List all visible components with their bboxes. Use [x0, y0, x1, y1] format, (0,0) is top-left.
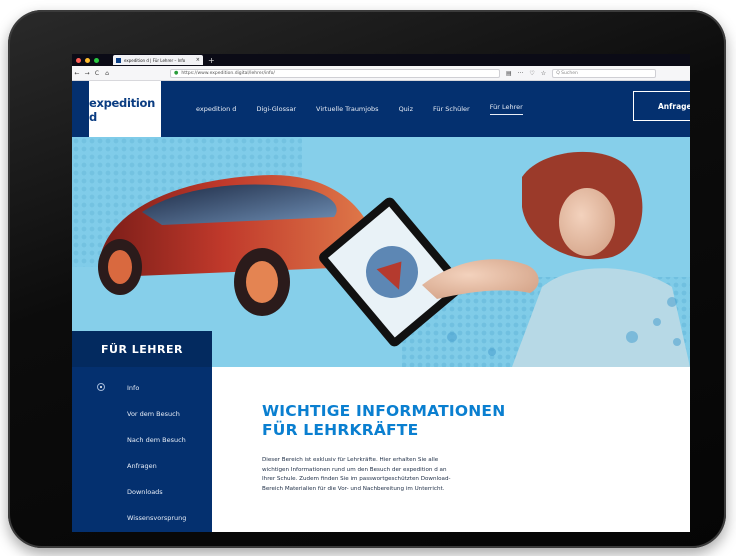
reload-icon[interactable]: C	[92, 70, 102, 77]
sidebar-item-info[interactable]: Info	[72, 375, 212, 401]
paragraph-line: Dieser Bereich ist exklusiv für Lehrkräf…	[262, 457, 439, 463]
window-zoom-dot[interactable]	[94, 57, 99, 63]
sidebar-item-downloads[interactable]: Downloads	[72, 479, 212, 505]
paragraph-line: Bereich Materialien für die Vor- und Nac…	[262, 485, 445, 492]
nav-item-fuer-schueler[interactable]: Für Schüler	[433, 105, 470, 113]
sidebar-item-wissensvorsprung[interactable]: Wissensvorsprung	[72, 505, 212, 531]
page-actions-icon[interactable]: ···	[518, 70, 524, 77]
anfragen-button[interactable]: Anfragen	[633, 91, 690, 121]
lock-icon: ●	[174, 70, 179, 76]
tab-close-icon[interactable]: ×	[196, 57, 200, 63]
home-icon[interactable]: ⌂	[102, 70, 112, 77]
nav-item-fuer-lehrer[interactable]: Für Lehrer	[489, 103, 523, 115]
nav-item-quiz[interactable]: Quiz	[399, 105, 413, 113]
main-content: WICHTIGE INFORMATIONEN FÜR LEHRKRÄFTE Di…	[262, 402, 522, 494]
sidebar-item-label: Downloads	[127, 488, 163, 496]
sidebar-item-nach-dem-besuch[interactable]: Nach dem Besuch	[72, 427, 212, 453]
browser-search-input[interactable]: Q Suchen	[552, 68, 657, 78]
browser-tab[interactable]: expedition d | Für Lehrer – Info ×	[113, 55, 203, 65]
sidebar-title: FÜR LEHRER	[72, 331, 212, 367]
active-dot-icon	[97, 383, 105, 391]
sidebar-item-label: Anfragen	[127, 462, 157, 470]
sidebar-item-label: Nach dem Besuch	[127, 436, 186, 444]
window-close-dot[interactable]	[76, 57, 81, 63]
sidebar-item-anfragen[interactable]: Anfragen	[72, 453, 212, 479]
heading-line: FÜR LEHRKRÄFTE	[262, 421, 419, 439]
tablet-screen: expedition d | Für Lehrer – Info × + ← →…	[72, 54, 690, 532]
tablet-frame: expedition d | Für Lehrer – Info × + ← →…	[8, 10, 726, 548]
url-text: https://www.expedition.digital/lehrer/in…	[181, 70, 275, 76]
new-tab-button[interactable]: +	[208, 56, 215, 65]
sidebar-item-label: Wissensvorsprung	[127, 514, 187, 522]
main-navigation: expedition d Digi-Glossar Virtuelle Trau…	[196, 81, 543, 137]
browser-nav-bar: ← → C ⌂ ● https://www.expedition.digital…	[72, 66, 690, 81]
sidebar-item-vor-dem-besuch[interactable]: Vor dem Besuch	[72, 401, 212, 427]
heading-line: WICHTIGE INFORMATIONEN	[262, 402, 506, 420]
browser-tab-bar: expedition d | Für Lehrer – Info × +	[72, 54, 690, 66]
intro-paragraph: Dieser Bereich ist exklusiv für Lehrkräf…	[262, 456, 522, 494]
reader-view-icon[interactable]: ▤	[506, 70, 512, 77]
site-header: expedition d expedition d Digi-Glossar V…	[72, 81, 690, 149]
paragraph-line: Ihrer Schule. Zudem finden Sie im passwo…	[262, 476, 451, 482]
forward-arrow-icon[interactable]: →	[82, 70, 92, 77]
nav-item-digi-glossar[interactable]: Digi-Glossar	[256, 105, 296, 113]
url-bar[interactable]: ● https://www.expedition.digital/lehrer/…	[170, 68, 500, 78]
sidebar-item-label: Info	[127, 384, 140, 392]
sidebar: FÜR LEHRER Info Vor dem Besuch Nach dem …	[72, 331, 212, 532]
tab-title: expedition d | Für Lehrer – Info	[124, 57, 186, 63]
sidebar-item-label: Vor dem Besuch	[127, 410, 180, 418]
browser-toolbar: ▤ ··· ♡ ☆	[506, 70, 546, 77]
back-arrow-icon[interactable]: ←	[72, 70, 82, 77]
logo-text: expedition d	[89, 96, 155, 124]
favicon-icon	[116, 57, 121, 63]
page-heading: WICHTIGE INFORMATIONEN FÜR LEHRKRÄFTE	[262, 402, 522, 440]
sidebar-menu: Info Vor dem Besuch Nach dem Besuch Anfr…	[72, 375, 212, 531]
nav-item-virtuelle-traumjobs[interactable]: Virtuelle Traumjobs	[316, 105, 379, 113]
nav-item-expedition-d[interactable]: expedition d	[196, 105, 236, 113]
bookmark-star-icon[interactable]: ☆	[541, 70, 546, 77]
window-minimize-dot[interactable]	[85, 57, 90, 63]
paragraph-line: wichtigen Informationen rund um den Besu…	[262, 466, 447, 473]
pocket-icon[interactable]: ♡	[529, 70, 534, 77]
